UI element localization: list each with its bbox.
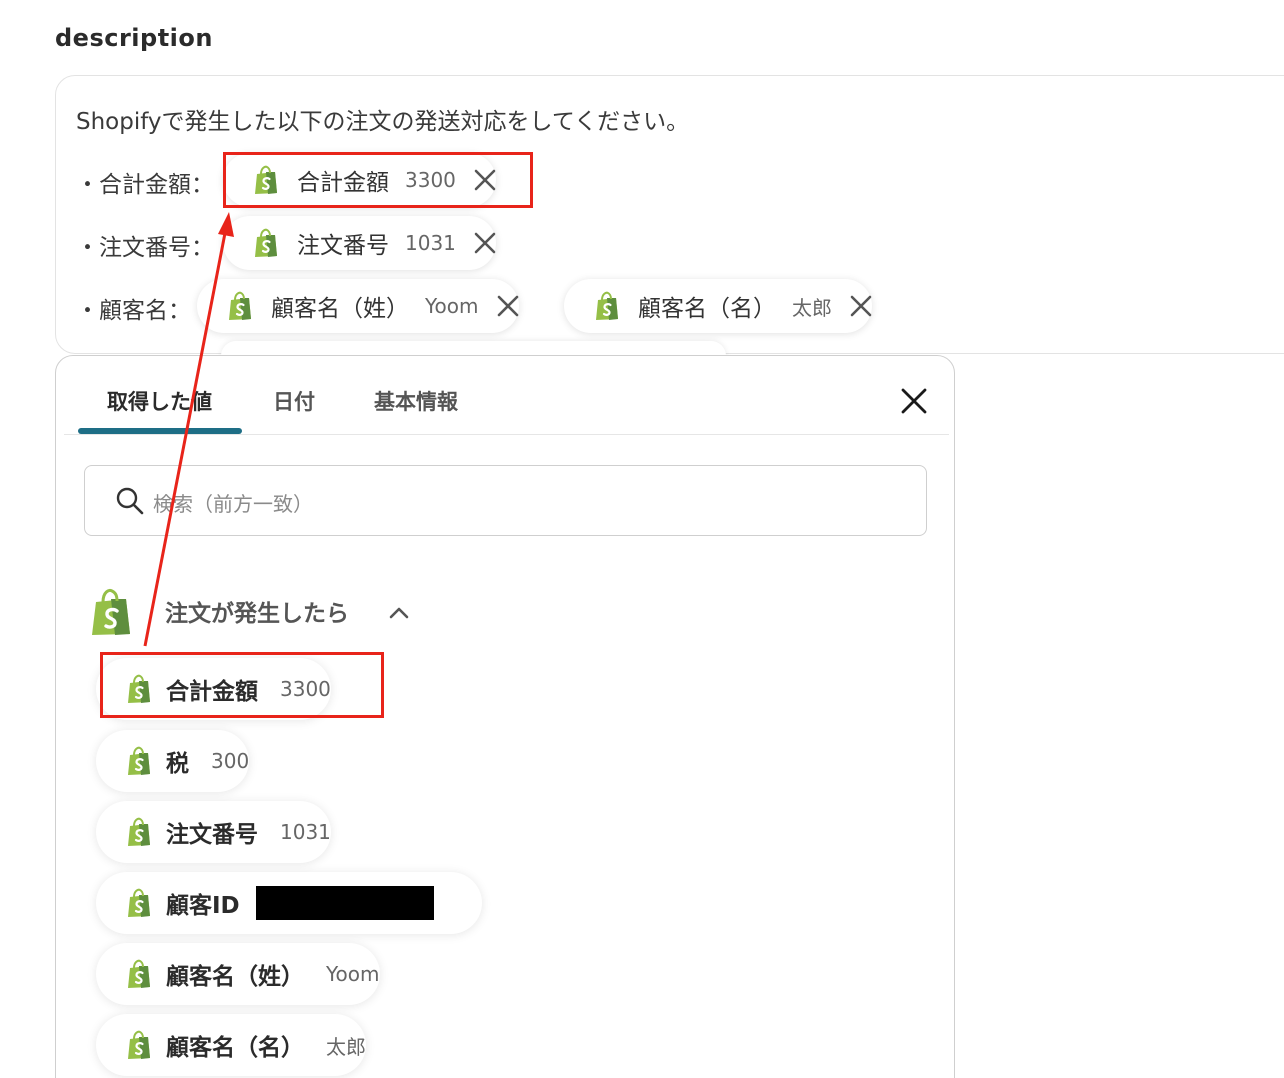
chip-value: 太郎 [792,295,832,320]
item-value: 300 [211,749,250,773]
field-label: description [55,24,213,52]
chevron-up-icon[interactable] [388,602,410,624]
shopify-icon [596,291,618,320]
chip-value: 1031 [405,231,456,255]
row-label-order-number: ・注文番号： [76,235,214,261]
shopify-icon [128,959,150,988]
close-icon[interactable] [899,386,929,416]
item-name: 注文番号 [166,822,258,848]
tab-date[interactable]: 日付 [273,386,315,416]
close-icon[interactable] [474,232,496,254]
tab-acquired-values[interactable]: 取得した値 [107,386,212,416]
variable-chip-first-name[interactable]: 顧客名（名） 太郎 [564,279,872,333]
variable-item-order-number[interactable]: 注文番号 1031 [96,801,331,863]
chip-name: 顧客名（姓） [271,296,409,322]
chip-name: 注文番号 [297,233,389,259]
editor-root: description Shopifyで発生した以下の注文の発送対応をしてくださ… [0,0,1284,1078]
search-input[interactable]: 検索（前方一致） [84,465,927,536]
item-name: 顧客名（姓） [166,964,304,990]
item-value: 1031 [280,820,331,844]
highlight-box-chip [223,152,533,208]
close-icon[interactable] [497,295,519,317]
tabs-divider [64,434,949,435]
variable-item-customer-id[interactable]: 顧客ID [96,872,482,934]
shopify-icon [128,817,150,846]
item-value: 太郎 [326,1034,366,1059]
description-intro-text: Shopifyで発生した以下の注文の発送対応をしてください。 [76,109,690,135]
close-icon[interactable] [850,295,872,317]
search-icon [116,487,144,515]
shopify-icon [128,888,150,917]
shopify-icon [255,228,277,257]
item-name: 顧客ID [166,893,240,919]
shopify-icon [229,291,251,320]
tab-basic-info[interactable]: 基本情報 [374,386,458,416]
row-label-customer-name: ・顧客名： [76,298,191,324]
chip-value: Yoom [425,294,479,318]
shopify-icon [92,588,130,635]
shopify-icon [128,1030,150,1059]
variable-chip-order-number[interactable]: 注文番号 1031 [223,216,496,270]
variable-item-tax[interactable]: 税 300 [96,730,250,792]
shopify-icon [128,746,150,775]
item-name: 税 [166,751,189,777]
highlight-box-item [100,652,384,718]
search-placeholder: 検索（前方一致） [153,492,313,516]
item-value: Yoom [326,962,380,986]
row-label-total: ・合計金額： [76,172,214,198]
item-name: 顧客名（名） [166,1035,304,1061]
variable-chip-last-name[interactable]: 顧客名（姓） Yoom [197,279,519,333]
variable-item-last-name[interactable]: 顧客名（姓） Yoom [96,943,380,1005]
chip-name: 顧客名（名） [638,296,776,322]
redacted-value [255,886,434,920]
group-title: 注文が発生したら [165,601,349,627]
variable-item-first-name[interactable]: 顧客名（名） 太郎 [96,1014,366,1076]
